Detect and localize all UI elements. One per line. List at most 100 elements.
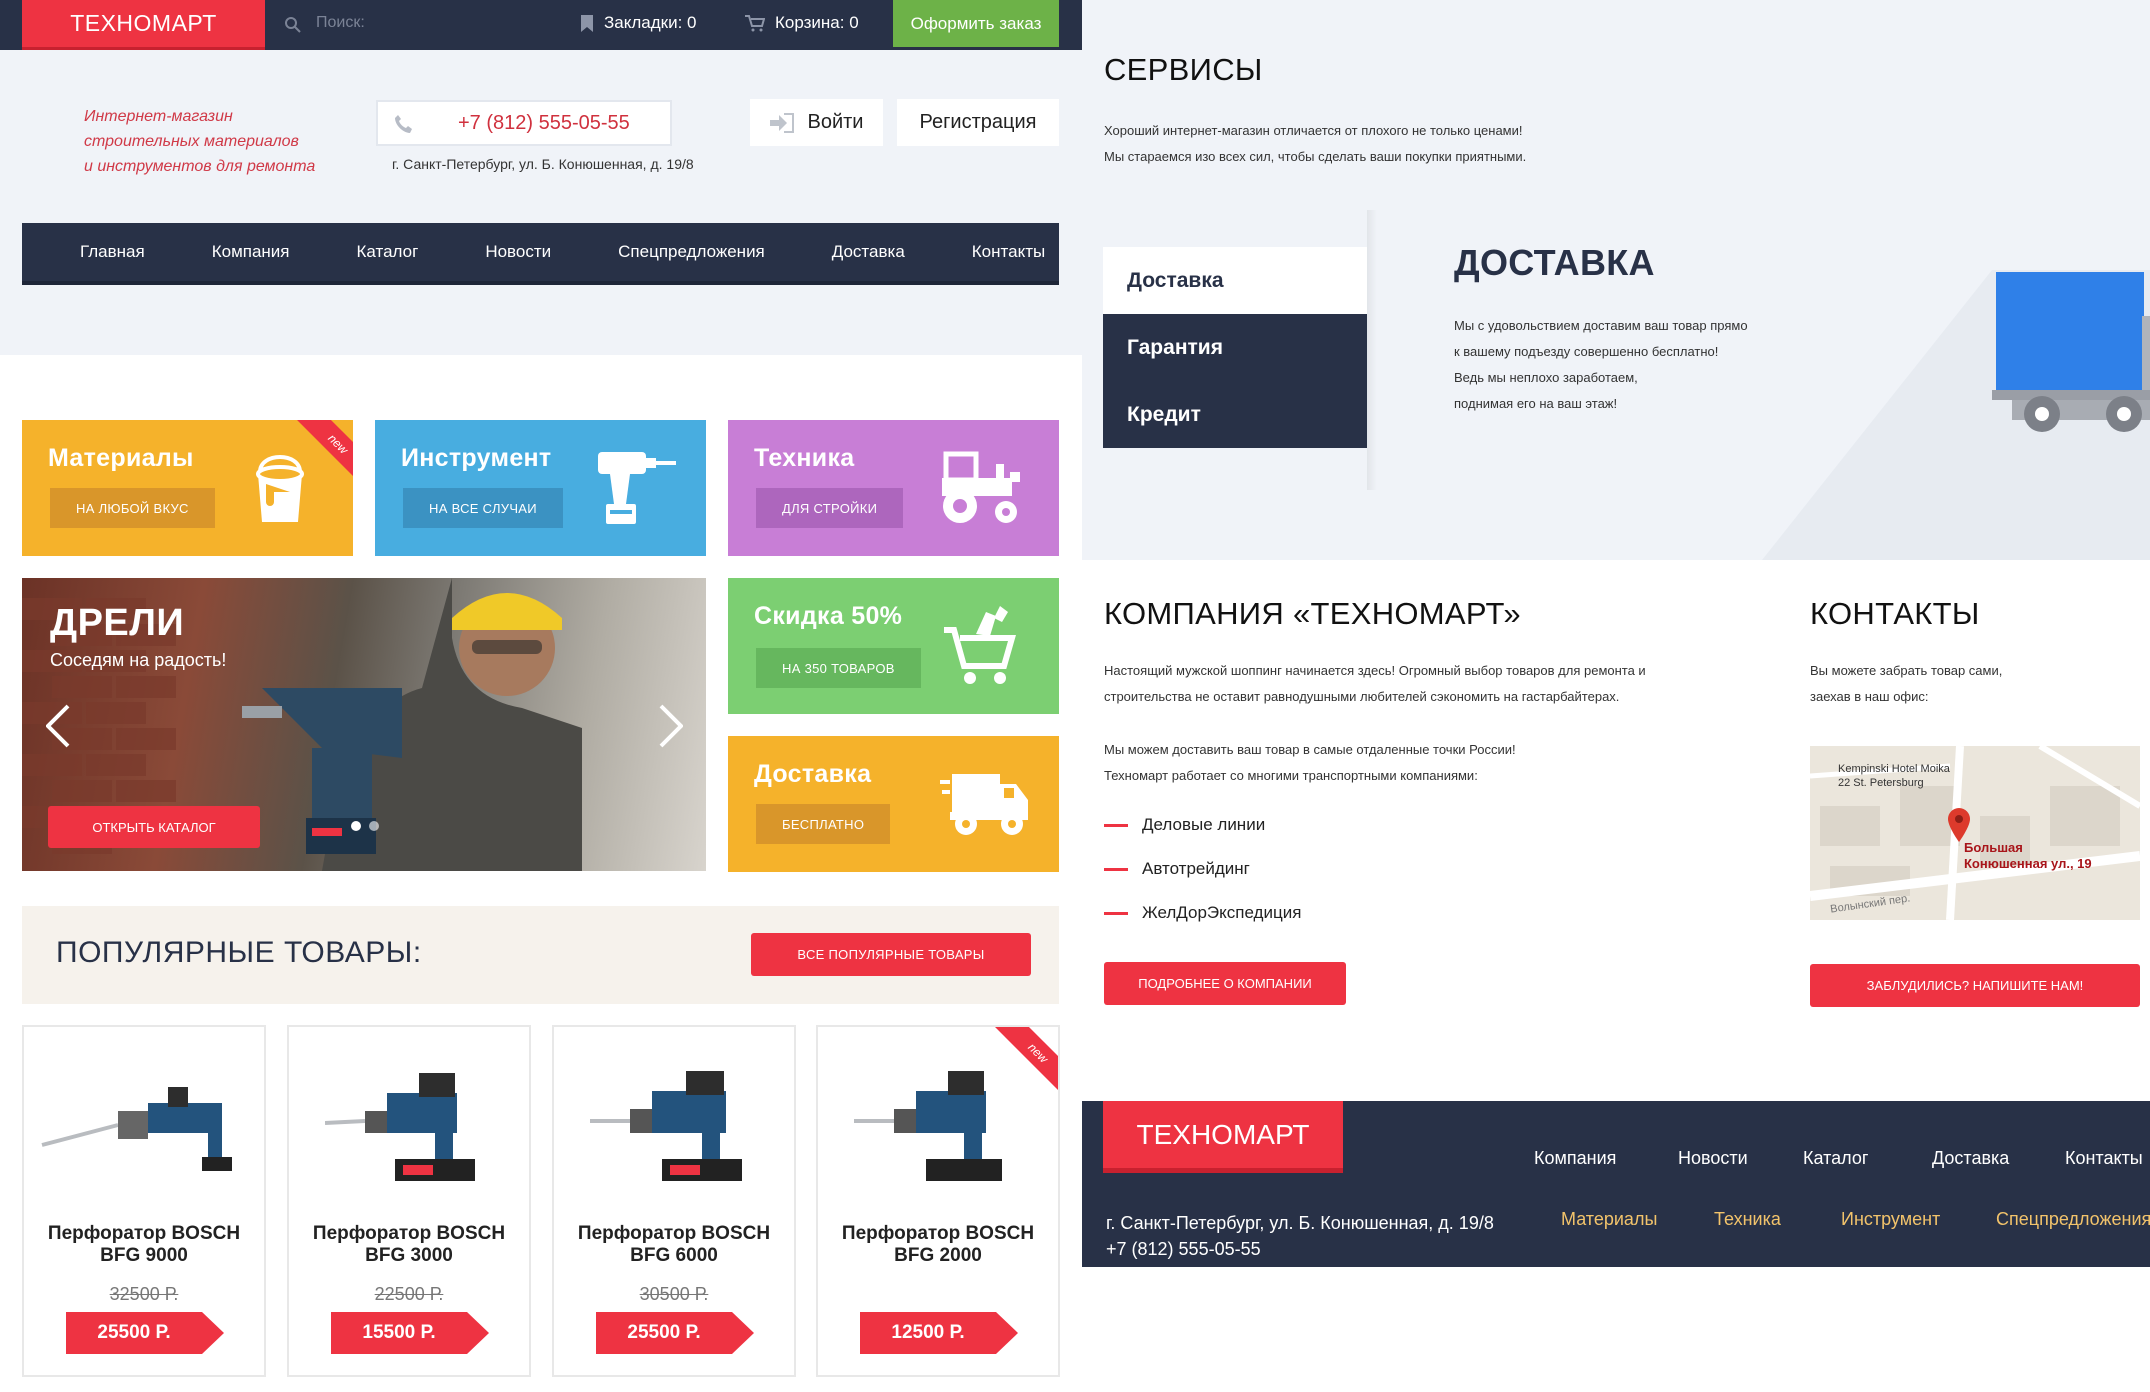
tile-delivery[interactable]: Доставка БЕСПЛАТНО bbox=[728, 736, 1059, 872]
login-icon bbox=[769, 112, 794, 133]
left-page: ТЕХНОМАРТ Поиск: Закладки: 0 Корзина: 0 … bbox=[0, 0, 1082, 1392]
product-price[interactable]: 12500 Р. bbox=[860, 1312, 996, 1354]
tile-title: Инструмент bbox=[401, 444, 552, 472]
tile-button[interactable]: ДЛЯ СТРОЙКИ bbox=[756, 488, 904, 528]
tab-credit[interactable]: Кредит bbox=[1103, 381, 1367, 448]
footer-nav-news[interactable]: Новости bbox=[1678, 1148, 1748, 1169]
phone-box[interactable]: +7 (812) 555-05-55 bbox=[376, 100, 672, 146]
footer-cat-materials[interactable]: Материалы bbox=[1561, 1209, 1657, 1230]
footer-cat-offers[interactable]: Спецпредложения bbox=[1996, 1209, 2150, 1230]
nav-item-contacts[interactable]: Контакты bbox=[972, 242, 1045, 262]
product-name-line: Перфоратор BOSCH bbox=[577, 1223, 771, 1244]
footer-cat-machinery[interactable]: Техника bbox=[1714, 1209, 1781, 1230]
office-map[interactable]: Kempinski Hotel Moika 22 St. Petersburg … bbox=[1810, 746, 2140, 920]
map-hotel-line: 22 St. Petersburg bbox=[1838, 777, 1924, 789]
top-bar: ТЕХНОМАРТ Поиск: Закладки: 0 Корзина: 0 … bbox=[0, 0, 1082, 52]
product-card[interactable]: new Перфоратор BOSCH BFG 2000 12500 Р. bbox=[816, 1025, 1060, 1377]
price-arrow bbox=[202, 1312, 224, 1354]
product-card[interactable]: Перфоратор BOSCH BFG 6000 30500 Р. 25500 … bbox=[552, 1025, 796, 1377]
product-old-price: 32500 Р. bbox=[109, 1284, 179, 1304]
contact-us-button[interactable]: ЗАБЛУДИЛИСЬ? НАПИШИТЕ НАМ! bbox=[1810, 964, 2140, 1007]
nav-item-news[interactable]: Новости bbox=[485, 242, 551, 262]
tile-button[interactable]: НА ЛЮБОЙ ВКУС bbox=[50, 488, 215, 528]
product-price[interactable]: 15500 Р. bbox=[331, 1312, 467, 1354]
nav-item-catalog[interactable]: Каталог bbox=[357, 242, 419, 262]
partner-item: Деловые линии bbox=[1104, 815, 1265, 835]
dash-icon bbox=[1104, 823, 1128, 827]
login-button[interactable]: Войти bbox=[750, 99, 883, 146]
contacts-text: Вы можете забрать товар сами, заехав в н… bbox=[1810, 658, 2002, 710]
nav-item-home[interactable]: Главная bbox=[80, 242, 145, 262]
product-name-line: Перфоратор BOSCH bbox=[47, 1223, 241, 1244]
nav-item-company[interactable]: Компания bbox=[212, 242, 290, 262]
tile-discount[interactable]: Скидка 50% НА 350 ТОВАРОВ bbox=[728, 578, 1059, 714]
delivery-truck-icon bbox=[940, 774, 1028, 835]
footer-cat-tools[interactable]: Инструмент bbox=[1841, 1209, 1940, 1230]
product-name-line: Перфоратор BOSCH bbox=[841, 1223, 1035, 1244]
slider-dot[interactable] bbox=[369, 821, 379, 831]
product-image bbox=[590, 1071, 742, 1181]
cart-icon bbox=[745, 14, 765, 31]
dash-icon bbox=[1104, 867, 1128, 871]
shopping-cart-icon bbox=[944, 606, 1016, 684]
chevron-left-icon[interactable] bbox=[46, 704, 70, 748]
product-card[interactable]: Перфоратор BOSCH BFG 3000 22500 Р. 15500 … bbox=[287, 1025, 531, 1377]
phone-icon bbox=[395, 115, 412, 133]
phone-number: +7 (812) 555-05-55 bbox=[458, 111, 630, 134]
tagline-line: и инструментов для ремонта bbox=[84, 158, 316, 175]
tab-warranty[interactable]: Гарантия bbox=[1103, 314, 1367, 381]
bookmark-icon bbox=[581, 14, 593, 32]
tile-materials[interactable]: Материалы НА ЛЮБОЙ ВКУС new bbox=[22, 420, 353, 556]
product-image bbox=[854, 1071, 1002, 1181]
product-card[interactable]: Перфоратор BOSCH BFG 9000 32500 Р. 25500 … bbox=[22, 1025, 266, 1377]
footer-nav-delivery[interactable]: Доставка bbox=[1932, 1148, 2009, 1169]
popular-title: ПОПУЛЯРНЫЕ ТОВАРЫ: bbox=[56, 936, 422, 969]
tile-machinery[interactable]: Техника ДЛЯ СТРОЙКИ bbox=[728, 420, 1059, 556]
company-title: КОМПАНИЯ «ТЕХНОМАРТ» bbox=[1104, 596, 1521, 631]
product-name: Перфоратор BOSCH BFG 2000 bbox=[818, 1223, 1058, 1267]
tile-tools[interactable]: Инструмент НА ВСЕ СЛУЧАИ bbox=[375, 420, 706, 556]
partner-name: ЖелДорЭкспедиция bbox=[1142, 903, 1302, 922]
search-icon[interactable] bbox=[284, 16, 302, 34]
product-name-line: Перфоратор BOSCH bbox=[312, 1223, 506, 1244]
services-intro-line: Мы стараемся изо всех сил, чтобы сделать… bbox=[1104, 149, 1527, 164]
map-hotel-line: Kempinski Hotel Moika bbox=[1838, 763, 1950, 775]
search-input[interactable]: Поиск: bbox=[316, 14, 365, 32]
footer-nav-contacts[interactable]: Контакты bbox=[2065, 1148, 2143, 1169]
tile-title: Материалы bbox=[48, 444, 194, 472]
partner-name: Автотрейдинг bbox=[1142, 859, 1250, 878]
cart-link[interactable]: Корзина: 0 bbox=[745, 13, 859, 33]
tile-button[interactable]: НА 350 ТОВАРОВ bbox=[756, 648, 921, 688]
slider-dot-active[interactable] bbox=[351, 821, 361, 831]
all-popular-button[interactable]: ВСЕ ПОПУЛЯРНЫЕ ТОВАРЫ bbox=[751, 933, 1031, 976]
tagline: Интернет-магазин строительных материалов… bbox=[84, 104, 315, 179]
product-name: Перфоратор BOSCH BFG 6000 bbox=[554, 1223, 794, 1267]
product-old-price: 30500 Р. bbox=[639, 1284, 709, 1304]
site-logo[interactable]: ТЕХНОМАРТ bbox=[22, 0, 265, 52]
right-page: СЕРВИСЫ Хороший интернет-магазин отличае… bbox=[1082, 0, 2150, 1392]
tile-button[interactable]: НА ВСЕ СЛУЧАИ bbox=[403, 488, 563, 528]
footer-contacts: г. Санкт-Петербург, ул. Б. Конюшенная, д… bbox=[1106, 1210, 1494, 1262]
footer-logo[interactable]: ТЕХНОМАРТ bbox=[1103, 1101, 1343, 1173]
register-button[interactable]: Регистрация bbox=[897, 99, 1059, 146]
product-image bbox=[325, 1073, 475, 1181]
tile-button[interactable]: БЕСПЛАТНО bbox=[756, 804, 891, 844]
nav-item-offers[interactable]: Спецпредложения bbox=[618, 242, 765, 262]
company-more-button[interactable]: ПОДРОБНЕЕ О КОМПАНИИ bbox=[1104, 962, 1346, 1005]
footer-address: г. Санкт-Петербург, ул. Б. Конюшенная, д… bbox=[1106, 1213, 1494, 1233]
footer-nav-company[interactable]: Компания bbox=[1534, 1148, 1616, 1169]
tab-delivery[interactable]: Доставка bbox=[1103, 247, 1367, 314]
chevron-right-icon[interactable] bbox=[659, 704, 683, 748]
open-catalog-button[interactable]: ОТКРЫТЬ КАТАЛОГ bbox=[48, 806, 260, 848]
footer-nav-catalog[interactable]: Каталог bbox=[1803, 1148, 1868, 1169]
main-nav: Главная Компания Каталог Новости Спецпре… bbox=[22, 223, 1059, 285]
contacts-text-line: Вы можете забрать товар сами, bbox=[1810, 663, 2003, 678]
hero-slider: ДРЕЛИ Соседям на радость! ОТКРЫТЬ КАТАЛО… bbox=[22, 578, 706, 871]
product-price[interactable]: 25500 Р. bbox=[596, 1312, 732, 1354]
partner-name: Деловые линии bbox=[1142, 815, 1266, 834]
tab-content-shadow bbox=[1367, 210, 1377, 490]
bookmarks-link[interactable]: Закладки: 0 bbox=[580, 13, 696, 33]
product-price[interactable]: 25500 Р. bbox=[66, 1312, 202, 1354]
nav-item-delivery[interactable]: Доставка bbox=[832, 242, 905, 262]
checkout-button[interactable]: Оформить заказ bbox=[893, 0, 1059, 47]
